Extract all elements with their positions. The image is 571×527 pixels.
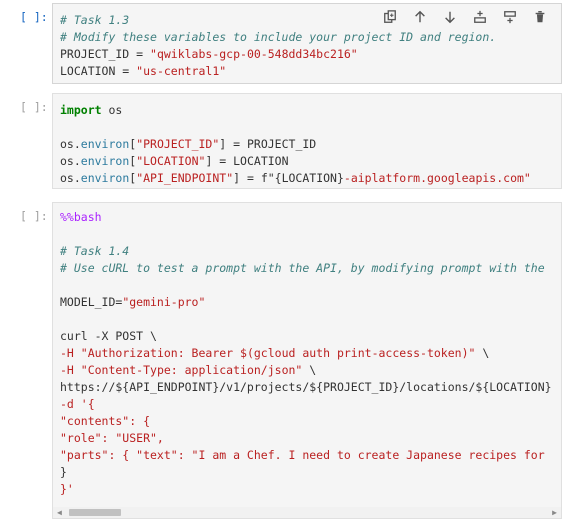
code-token: import: [60, 103, 102, 117]
code-token: -d '{: [60, 397, 95, 411]
code-token: "Authorization: Bearer $(gcloud auth pri…: [80, 346, 476, 360]
code-line: # Modify these variables to include your…: [60, 29, 496, 46]
code-token: %%bash: [60, 210, 102, 224]
scroll-left-arrow-icon[interactable]: ◀: [57, 509, 62, 517]
code-token: "gemini-pro": [122, 295, 206, 309]
code-line: }: [60, 464, 67, 481]
code-token: ] = f"{LOCATION}: [233, 171, 344, 185]
code-token: \: [302, 363, 317, 377]
code-token: # Task 1.3: [60, 13, 130, 27]
code-token: os.: [60, 137, 81, 151]
scroll-right-arrow-icon[interactable]: ▶: [552, 509, 557, 517]
scrollbar-thumb[interactable]: [69, 509, 121, 516]
code-token: os.: [60, 171, 81, 185]
code-token: "qwiklabs-gcp-00-548dd34bc216": [150, 47, 358, 61]
code-line: curl -X POST \: [60, 328, 157, 345]
cell-prompt: [ ]:: [20, 10, 48, 24]
code-line: -d '{: [60, 396, 95, 413]
code-line: os.environ["PROJECT_ID"] = PROJECT_ID: [60, 136, 316, 153]
code-token: PROJECT_ID =: [60, 47, 151, 61]
code-token: "LOCATION": [136, 154, 206, 168]
code-line: # Task 1.4: [60, 243, 129, 260]
duplicate-cell-button[interactable]: [377, 8, 403, 26]
code-editor[interactable]: %%bash # Task 1.4 # Use cURL to test a pro…: [52, 202, 562, 519]
code-line: # Use cURL to test a prompt with the API…: [60, 260, 545, 277]
horizontal-scrollbar[interactable]: ◀ ▶: [53, 507, 561, 518]
delete-cell-button[interactable]: [527, 8, 553, 26]
code-token: MODEL_ID=: [60, 295, 123, 309]
code-token: curl -X POST \: [60, 329, 157, 343]
duplicate-cell-icon: [384, 10, 396, 23]
code-token: "API_ENDPOINT": [136, 171, 234, 185]
code-token: }': [60, 482, 74, 496]
insert-below-button[interactable]: [497, 8, 523, 26]
code-token: os.: [60, 154, 81, 168]
code-editor[interactable]: # Task 1.3 # Modify these variables to in…: [52, 3, 562, 84]
code-token: environ: [80, 137, 130, 151]
code-token: # Use cURL to test a prompt with the API…: [60, 261, 545, 275]
code-line: PROJECT_ID = "qwiklabs-gcp-00-548dd34bc2…: [60, 46, 358, 63]
code-token: -H: [60, 363, 81, 377]
code-token: }: [60, 465, 67, 479]
cell-prompt: [ ]:: [20, 209, 48, 223]
code-line: LOCATION = "us-central1": [60, 63, 226, 80]
insert-above-button[interactable]: [467, 8, 493, 26]
code-line: # Task 1.3: [60, 12, 129, 29]
code-editor[interactable]: import os os.environ["PROJECT_ID"] = PROJ…: [52, 93, 562, 189]
cell-toolbar: [377, 8, 553, 26]
code-token: ] = PROJECT_ID: [219, 137, 317, 151]
code-token: https://${API_ENDPOINT}/v1/projects/${PR…: [60, 380, 552, 394]
code-token: "Content-Type: application/json": [80, 363, 303, 377]
delete-cell-icon: [535, 11, 545, 23]
code-line: -H "Content-Type: application/json" \: [60, 362, 316, 379]
code-line: -H "Authorization: Bearer $(gcloud auth …: [60, 345, 489, 362]
code-token: os: [101, 103, 123, 117]
code-line: "parts": { "text": "I am a Chef. I need …: [60, 447, 545, 464]
code-token: LOCATION =: [60, 64, 137, 78]
code-token: # Modify these variables to include your…: [60, 30, 497, 44]
code-line: https://${API_ENDPOINT}/v1/projects/${PR…: [60, 379, 552, 396]
code-token: "us-central1": [136, 64, 227, 78]
code-token: environ: [80, 171, 130, 185]
insert-below-icon: [504, 11, 516, 24]
move-up-icon: [415, 10, 425, 23]
cell-prompt: [ ]:: [20, 100, 48, 114]
code-token: # Task 1.4: [60, 244, 130, 258]
move-down-button[interactable]: [437, 8, 463, 26]
code-token: ] = LOCATION: [205, 154, 289, 168]
code-line: os.environ["API_ENDPOINT"] = f"{LOCATION…: [60, 170, 531, 187]
code-line: }': [60, 481, 74, 498]
code-token: environ: [80, 154, 130, 168]
code-line: "contents": {: [60, 413, 150, 430]
move-down-icon: [445, 11, 455, 24]
code-line: os.environ["LOCATION"] = LOCATION: [60, 153, 289, 170]
insert-above-icon: [474, 10, 486, 23]
code-token: "parts": { "text": "I am a Chef. I need …: [60, 448, 545, 462]
code-token: "role": "USER",: [60, 431, 164, 445]
code-line: "role": "USER",: [60, 430, 164, 447]
code-token: \: [475, 346, 490, 360]
code-line: %%bash: [60, 209, 102, 226]
code-line: MODEL_ID="gemini-pro": [60, 294, 205, 311]
code-line: import os: [60, 102, 122, 119]
move-up-button[interactable]: [407, 8, 433, 26]
code-token: "contents": {: [60, 414, 151, 428]
code-token: -aiplatform.googleapis.com": [343, 171, 531, 185]
code-token: "PROJECT_ID": [136, 137, 220, 151]
code-token: -H: [60, 346, 81, 360]
